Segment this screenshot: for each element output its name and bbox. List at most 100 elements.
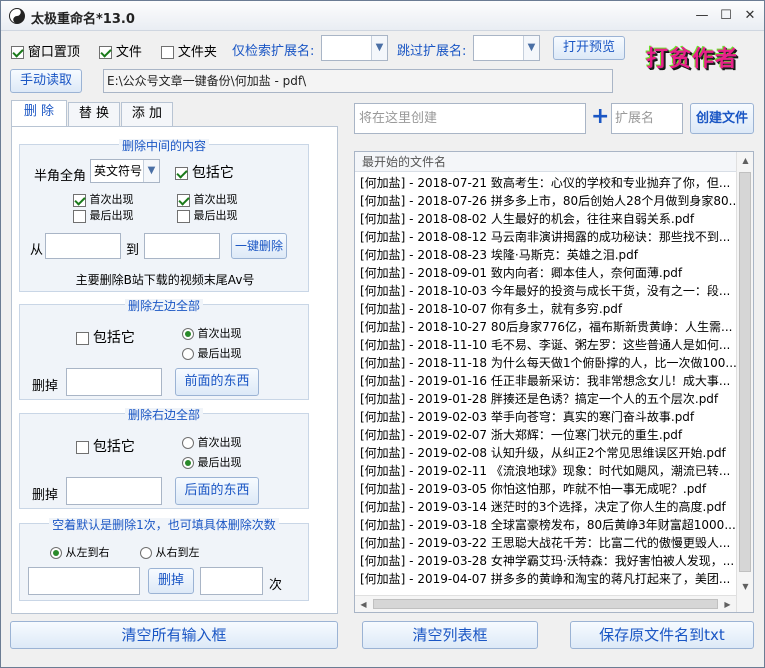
close-button[interactable]: ✕: [739, 7, 761, 25]
checkbox-checked-icon: [177, 193, 190, 207]
left-first-checkbox[interactable]: 首次出现: [73, 191, 134, 207]
maximize-button[interactable]: ☐: [715, 7, 737, 25]
save-names-button[interactable]: 保存原文件名到txt: [570, 621, 754, 649]
right-include-label: 包括它: [92, 439, 135, 455]
scroll-up-icon[interactable]: ▲: [737, 152, 754, 169]
radio-empty-icon: [140, 547, 152, 559]
left-to-right-radio[interactable]: 从左到右: [50, 544, 110, 560]
plus-icon: +: [591, 104, 610, 129]
stay-on-top-label: 窗口置顶: [27, 45, 80, 60]
list-item[interactable]: [何加盐] - 2019-02-07 浙大郑辉：一位寒门状元的重生.pdf: [355, 426, 736, 444]
one-click-delete-button[interactable]: 一键删除: [231, 233, 287, 259]
list-item[interactable]: [何加盐] - 2019-02-03 举手向苍穹：真实的寒门奋斗故事.pdf: [355, 408, 736, 426]
count-number-input[interactable]: [200, 567, 263, 595]
list-item[interactable]: [何加盐] - 2018-07-26 拼多多上市，80后创始人28个月做到身家8…: [355, 192, 736, 210]
tab-add[interactable]: 添 加: [121, 102, 173, 126]
middle-hint: 主要删除B站下载的视频末尾Av号: [75, 273, 255, 287]
list-item[interactable]: [何加盐] - 2018-10-07 你有多土，就有多穷.pdf: [355, 300, 736, 318]
left-remove-label: 删掉: [32, 379, 59, 394]
list-item[interactable]: [何加盐] - 2018-08-23 埃隆·马斯克：英雄之泪.pdf: [355, 246, 736, 264]
file-checkbox[interactable]: 文件: [99, 41, 142, 60]
list-item[interactable]: [何加盐] - 2019-03-05 你怕这怕那，咋就不怕一事无成呢？.pdf: [355, 480, 736, 498]
left-to-right-label: 从左到右: [65, 546, 110, 559]
right-first-checkbox[interactable]: 首次出现: [177, 191, 238, 207]
scroll-right-icon[interactable]: ▶: [719, 596, 736, 613]
delete-left-title: 删除左边全部: [124, 299, 203, 313]
delete-front-button[interactable]: 前面的东西: [175, 368, 259, 396]
left-include-label: 包括它: [92, 330, 135, 346]
list-item[interactable]: [何加盐] - 2018-11-10 毛不易、李诞、粥左罗：这些普通人是如何..…: [355, 336, 736, 354]
only-ext-combo[interactable]: ▼: [321, 35, 388, 61]
open-preview-button[interactable]: 打开预览: [553, 36, 625, 60]
scroll-down-icon[interactable]: ▼: [737, 578, 754, 595]
vertical-scrollbar[interactable]: ▲ ▼: [736, 152, 753, 612]
delete-right-group: 删除右边全部 包括它 首次出现 最后出现 删掉 后面的东西: [19, 408, 309, 509]
list-item[interactable]: [何加盐] - 2019-03-22 王思聪大战花千芳：比富二代的傲慢更毁人..…: [355, 534, 736, 552]
right-remove-input[interactable]: [66, 477, 162, 505]
list-item[interactable]: [何加盐] - 2018-10-03 今年最好的投资与成长干货，没有之一：段..…: [355, 282, 736, 300]
skip-ext-combo[interactable]: ▼: [473, 35, 540, 61]
file-list[interactable]: 最开始的文件名 [何加盐] - 2018-07-21 致高考生：心仪的学校和专业…: [354, 151, 754, 613]
right-first-radio[interactable]: 首次出现: [182, 434, 242, 450]
checkbox-checked-icon: [99, 46, 112, 59]
list-item[interactable]: [何加盐] - 2018-08-12 马云南非演讲揭露的成功秘诀：那些找不到..…: [355, 228, 736, 246]
create-ext-input[interactable]: 扩展名: [611, 103, 683, 134]
left-first-radio[interactable]: 首次出现: [182, 325, 242, 341]
folder-checkbox[interactable]: 文件夹: [161, 41, 217, 60]
minimize-button[interactable]: —: [691, 7, 713, 25]
count-text-input[interactable]: [28, 567, 140, 595]
left-last-checkbox[interactable]: 最后出现: [73, 207, 134, 223]
count-delete-button[interactable]: 删掉: [148, 568, 194, 594]
width-mode-combo[interactable]: 英文符号 ▼: [90, 159, 160, 183]
list-item[interactable]: [何加盐] - 2019-03-18 全球富豪榜发布，80后黄峥3年财富超100…: [355, 516, 736, 534]
list-item[interactable]: [何加盐] - 2019-01-28 胖揍还是色诱？搞定一个人的五个层次.pdf: [355, 390, 736, 408]
scroll-left-icon[interactable]: ◀: [355, 596, 372, 613]
list-item[interactable]: [何加盐] - 2018-07-21 致高考生：心仪的学校和专业抛弃了你，但..…: [355, 174, 736, 192]
list-item[interactable]: [何加盐] - 2019-03-28 女神学霸艾玛·沃特森：我好害怕被人发现，.…: [355, 552, 736, 570]
list-item[interactable]: [何加盐] - 2018-08-02 人生最好的机会，往往来自弱关系.pdf: [355, 210, 736, 228]
radio-selected-icon: [50, 547, 62, 559]
middle-include-checkbox[interactable]: 包括它: [175, 162, 234, 182]
stay-on-top-checkbox[interactable]: 窗口置顶: [11, 41, 80, 60]
left-remove-input[interactable]: [66, 368, 162, 396]
vertical-scroll-thumb[interactable]: [739, 172, 751, 572]
app-window: 太极重命名*13.0 — ☐ ✕ 窗口置顶 文件 文件夹 仅检索扩展名: ▼ 跳…: [0, 0, 765, 668]
create-file-button[interactable]: 创建文件: [690, 103, 754, 134]
tab-delete[interactable]: 删 除: [11, 100, 67, 126]
checkbox-empty-icon: [177, 209, 190, 223]
list-item[interactable]: [何加盐] - 2019-02-08 认知升级，从纠正2个常见思维误区开始.pd…: [355, 444, 736, 462]
file-list-rows: [何加盐] - 2018-07-21 致高考生：心仪的学校和专业抛弃了你，但..…: [355, 174, 736, 594]
list-item[interactable]: [何加盐] - 2018-10-27 80后身家776亿，福布斯新贵黄峥：人生需…: [355, 318, 736, 336]
right-last-radio[interactable]: 最后出现: [182, 454, 242, 470]
path-field[interactable]: E:\公众号文章一键备份\何加盐 - pdf\: [103, 69, 613, 93]
list-item[interactable]: [何加盐] - 2018-11-18 为什么每天做1个俯卧撑的人，比一次做100…: [355, 354, 736, 372]
list-item[interactable]: [何加盐] - 2019-04-07 拼多多的黄峥和淘宝的蒋凡打起来了，美团..…: [355, 570, 736, 588]
radio-empty-icon: [182, 437, 194, 449]
delete-right-title: 删除右边全部: [124, 408, 203, 422]
folder-label: 文件夹: [177, 45, 217, 60]
file-list-header: 最开始的文件名: [355, 152, 753, 172]
manual-read-button[interactable]: 手动读取: [10, 69, 82, 93]
right-include-checkbox[interactable]: 包括它: [76, 436, 135, 456]
from-input[interactable]: [45, 233, 121, 259]
to-label: 到: [126, 243, 140, 258]
list-item[interactable]: [何加盐] - 2018-09-01 致内向者：卿本佳人，奈何面薄.pdf: [355, 264, 736, 282]
right-last-checkbox[interactable]: 最后出现: [177, 207, 238, 223]
clear-inputs-button[interactable]: 清空所有输入框: [10, 621, 338, 649]
left-include-checkbox[interactable]: 包括它: [76, 327, 135, 347]
delete-back-button[interactable]: 后面的东西: [175, 477, 259, 505]
create-name-input[interactable]: 将在这里创建: [354, 103, 586, 134]
clear-list-button[interactable]: 清空列表框: [362, 621, 538, 649]
list-item[interactable]: [何加盐] - 2019-02-11 《流浪地球》现象：时代如飓风，潮流已转..…: [355, 462, 736, 480]
list-item[interactable]: [何加盐] - 2019-01-16 任正非最新采访：我非常想念女儿！成大事..…: [355, 372, 736, 390]
right-to-left-radio[interactable]: 从右到左: [140, 544, 200, 560]
times-label: 次: [269, 578, 283, 593]
horizontal-scroll-thumb[interactable]: [373, 599, 718, 609]
tab-replace[interactable]: 替 换: [68, 102, 120, 126]
to-input[interactable]: [144, 233, 220, 259]
list-item[interactable]: [何加盐] - 2019-03-14 迷茫时的3个选择，决定了你人生的高度.pd…: [355, 498, 736, 516]
delete-count-group: 空着默认是删除1次，也可填具体删除次数 从左到右 从右到左 删掉 次: [19, 518, 309, 601]
left-last-radio[interactable]: 最后出现: [182, 345, 242, 361]
title-bar: 太极重命名*13.0 — ☐ ✕: [1, 1, 764, 31]
horizontal-scrollbar[interactable]: ◀ ▶: [355, 595, 736, 612]
